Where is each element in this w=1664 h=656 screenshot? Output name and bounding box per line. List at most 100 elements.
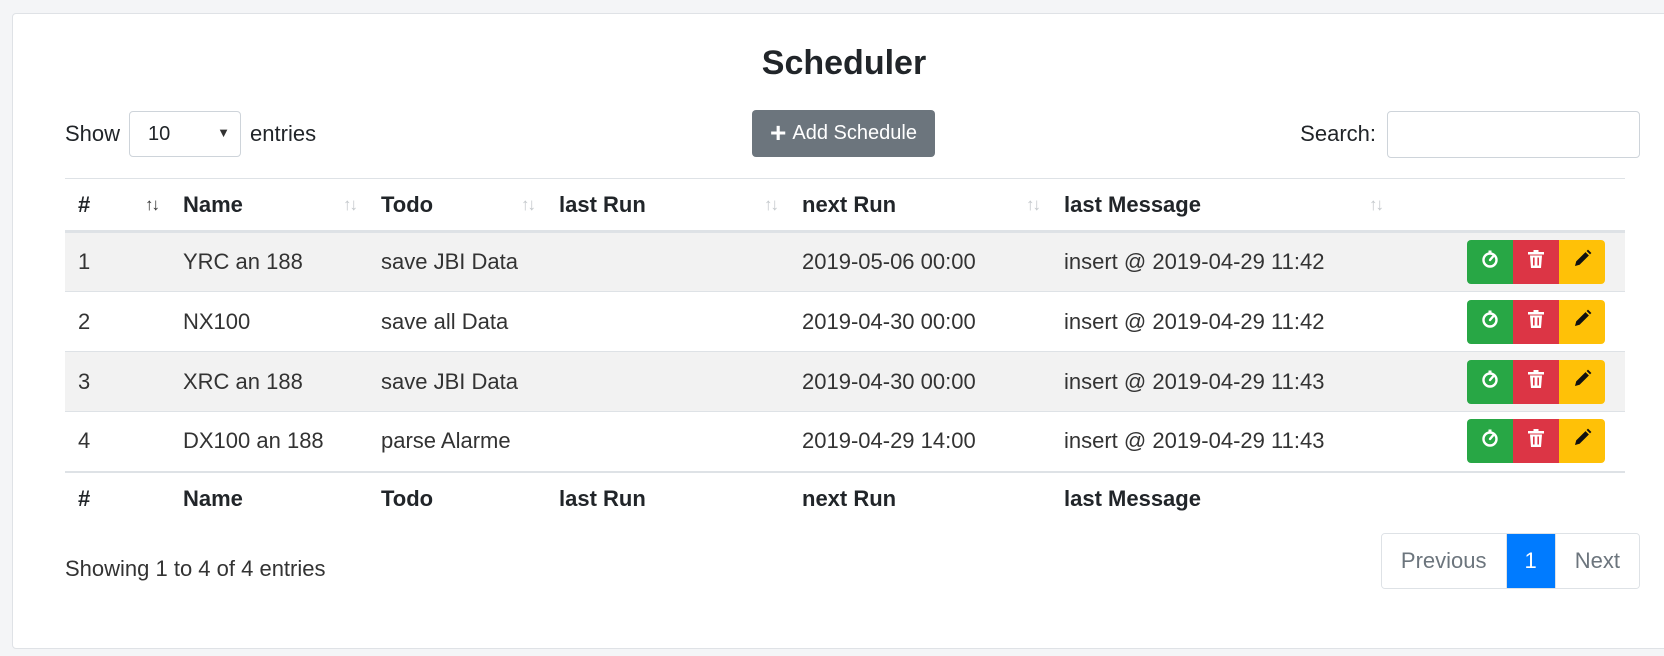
cell-id: 1 — [65, 231, 170, 292]
footer-column-actions — [1394, 470, 1625, 525]
cell-last-message: insert @ 2019-04-29 11:42 — [1051, 291, 1394, 352]
cell-next-run: 2019-04-30 00:00 — [789, 351, 1051, 412]
entries-select-value: 10 — [148, 122, 171, 145]
timer-icon — [1480, 249, 1500, 275]
cell-last-message: insert @ 2019-04-29 11:42 — [1051, 231, 1394, 292]
table-info: Showing 1 to 4 of 4 entries — [65, 556, 326, 581]
footer-column-id: # — [65, 470, 170, 525]
edit-button[interactable] — [1559, 419, 1605, 464]
add-schedule-label: Add Schedule — [792, 122, 917, 144]
cell-id: 3 — [65, 351, 170, 412]
run-now-button[interactable] — [1467, 359, 1513, 404]
row-actions — [1407, 419, 1612, 464]
edit-button[interactable] — [1559, 359, 1605, 404]
column-header-next-run[interactable]: next Run ↑↓ — [789, 178, 1051, 233]
cell-name: NX100 — [170, 291, 368, 352]
cell-name: DX100 an 188 — [170, 411, 368, 472]
search-input[interactable] — [1387, 110, 1640, 158]
cell-last-run — [546, 291, 789, 352]
cell-actions — [1394, 231, 1625, 292]
trash-icon — [1527, 249, 1545, 275]
table-header-row: # ↑↓ Name ↑↓ Todo ↑↓ last Run ↑↓ next Run ↑↓ … — [65, 178, 1625, 233]
pencil-icon — [1572, 428, 1592, 454]
cell-next-run: 2019-04-29 14:00 — [789, 411, 1051, 472]
cell-id: 2 — [65, 291, 170, 352]
pencil-icon — [1572, 369, 1592, 395]
delete-button[interactable] — [1513, 299, 1559, 344]
cell-last-message: insert @ 2019-04-29 11:43 — [1051, 411, 1394, 472]
edit-button[interactable] — [1559, 299, 1605, 344]
next-page-button[interactable]: Next — [1554, 534, 1639, 588]
column-header-actions — [1394, 178, 1625, 233]
run-now-button[interactable] — [1467, 419, 1513, 464]
search-label: Search: — [1300, 121, 1376, 146]
cell-todo: save JBI Data — [368, 231, 546, 292]
table-row: 1 YRC an 188 save JBI Data 2019-05-06 00:00… — [65, 231, 1625, 292]
timer-icon — [1480, 428, 1500, 454]
trash-icon — [1527, 428, 1545, 454]
footer-column-next-run: next Run — [789, 470, 1051, 525]
sort-icon: ↑↓ — [1369, 195, 1384, 214]
sort-icon: ↑↓ — [145, 195, 160, 214]
column-header-id[interactable]: # ↑↓ — [65, 178, 170, 233]
schedule-table: # ↑↓ Name ↑↓ Todo ↑↓ last Run ↑↓ next Run ↑↓ … — [65, 178, 1625, 525]
timer-icon — [1480, 369, 1500, 395]
entries-length-control: Show 10 ▼ entries — [65, 110, 316, 158]
edit-button[interactable] — [1559, 240, 1605, 284]
pencil-icon — [1572, 249, 1592, 275]
cell-last-run — [546, 351, 789, 412]
footer-column-name: Name — [170, 470, 368, 525]
cell-actions — [1394, 291, 1625, 352]
row-actions — [1407, 240, 1612, 284]
entries-select[interactable]: 10 ▼ — [129, 111, 242, 157]
table-row: 3 XRC an 188 save JBI Data 2019-04-30 00:00… — [65, 351, 1625, 412]
sort-icon: ↑↓ — [521, 195, 536, 214]
run-now-button[interactable] — [1467, 240, 1513, 284]
footer-column-last-message: last Message — [1051, 470, 1394, 525]
table-footer-row: # Name Todo last Run next Run last Messa… — [65, 470, 1625, 525]
cell-actions — [1394, 411, 1625, 472]
entries-label: entries — [250, 121, 317, 146]
cell-last-run — [546, 411, 789, 472]
column-header-todo[interactable]: Todo ↑↓ — [368, 178, 546, 233]
trash-icon — [1527, 309, 1545, 335]
timer-icon — [1480, 309, 1500, 335]
plus-icon: + — [770, 116, 787, 148]
delete-button[interactable] — [1513, 359, 1559, 404]
pencil-icon — [1572, 309, 1592, 335]
footer-column-last-run: last Run — [546, 470, 789, 525]
row-actions — [1407, 359, 1612, 404]
cell-name: YRC an 188 — [170, 231, 368, 292]
run-now-button[interactable] — [1467, 299, 1513, 344]
cell-last-message: insert @ 2019-04-29 11:43 — [1051, 351, 1394, 412]
sort-icon: ↑↓ — [343, 195, 358, 214]
cell-actions — [1394, 351, 1625, 412]
cell-next-run: 2019-05-06 00:00 — [789, 231, 1051, 292]
pagination: Previous 1 Next — [1380, 533, 1640, 589]
chevron-down-icon: ▼ — [217, 125, 231, 140]
cell-todo: save all Data — [368, 291, 546, 352]
delete-button[interactable] — [1513, 240, 1559, 284]
cell-last-run — [546, 231, 789, 292]
add-schedule-button[interactable]: + Add Schedule — [752, 110, 935, 157]
show-label: Show — [65, 121, 121, 146]
delete-button[interactable] — [1513, 419, 1559, 464]
table-row: 2 NX100 save all Data 2019-04-30 00:00 inser… — [65, 291, 1625, 352]
row-actions — [1407, 299, 1612, 344]
cell-next-run: 2019-04-30 00:00 — [789, 291, 1051, 352]
column-header-last-run[interactable]: last Run ↑↓ — [546, 178, 789, 233]
sort-icon: ↑↓ — [1026, 195, 1041, 214]
footer-column-todo: Todo — [368, 470, 546, 525]
cell-todo: save JBI Data — [368, 351, 546, 412]
cell-name: XRC an 188 — [170, 351, 368, 412]
previous-page-button[interactable]: Previous — [1381, 534, 1507, 588]
sort-icon: ↑↓ — [764, 195, 779, 214]
table-row: 4 DX100 an 188 parse Alarme 2019-04-29 14:0… — [65, 411, 1625, 472]
page-title: Scheduler — [761, 44, 927, 82]
cell-id: 4 — [65, 411, 170, 472]
cell-todo: parse Alarme — [368, 411, 546, 472]
page-1-button[interactable]: 1 — [1506, 534, 1555, 588]
trash-icon — [1527, 369, 1545, 395]
column-header-name[interactable]: Name ↑↓ — [170, 178, 368, 233]
column-header-last-message[interactable]: last Message ↑↓ — [1051, 178, 1394, 233]
